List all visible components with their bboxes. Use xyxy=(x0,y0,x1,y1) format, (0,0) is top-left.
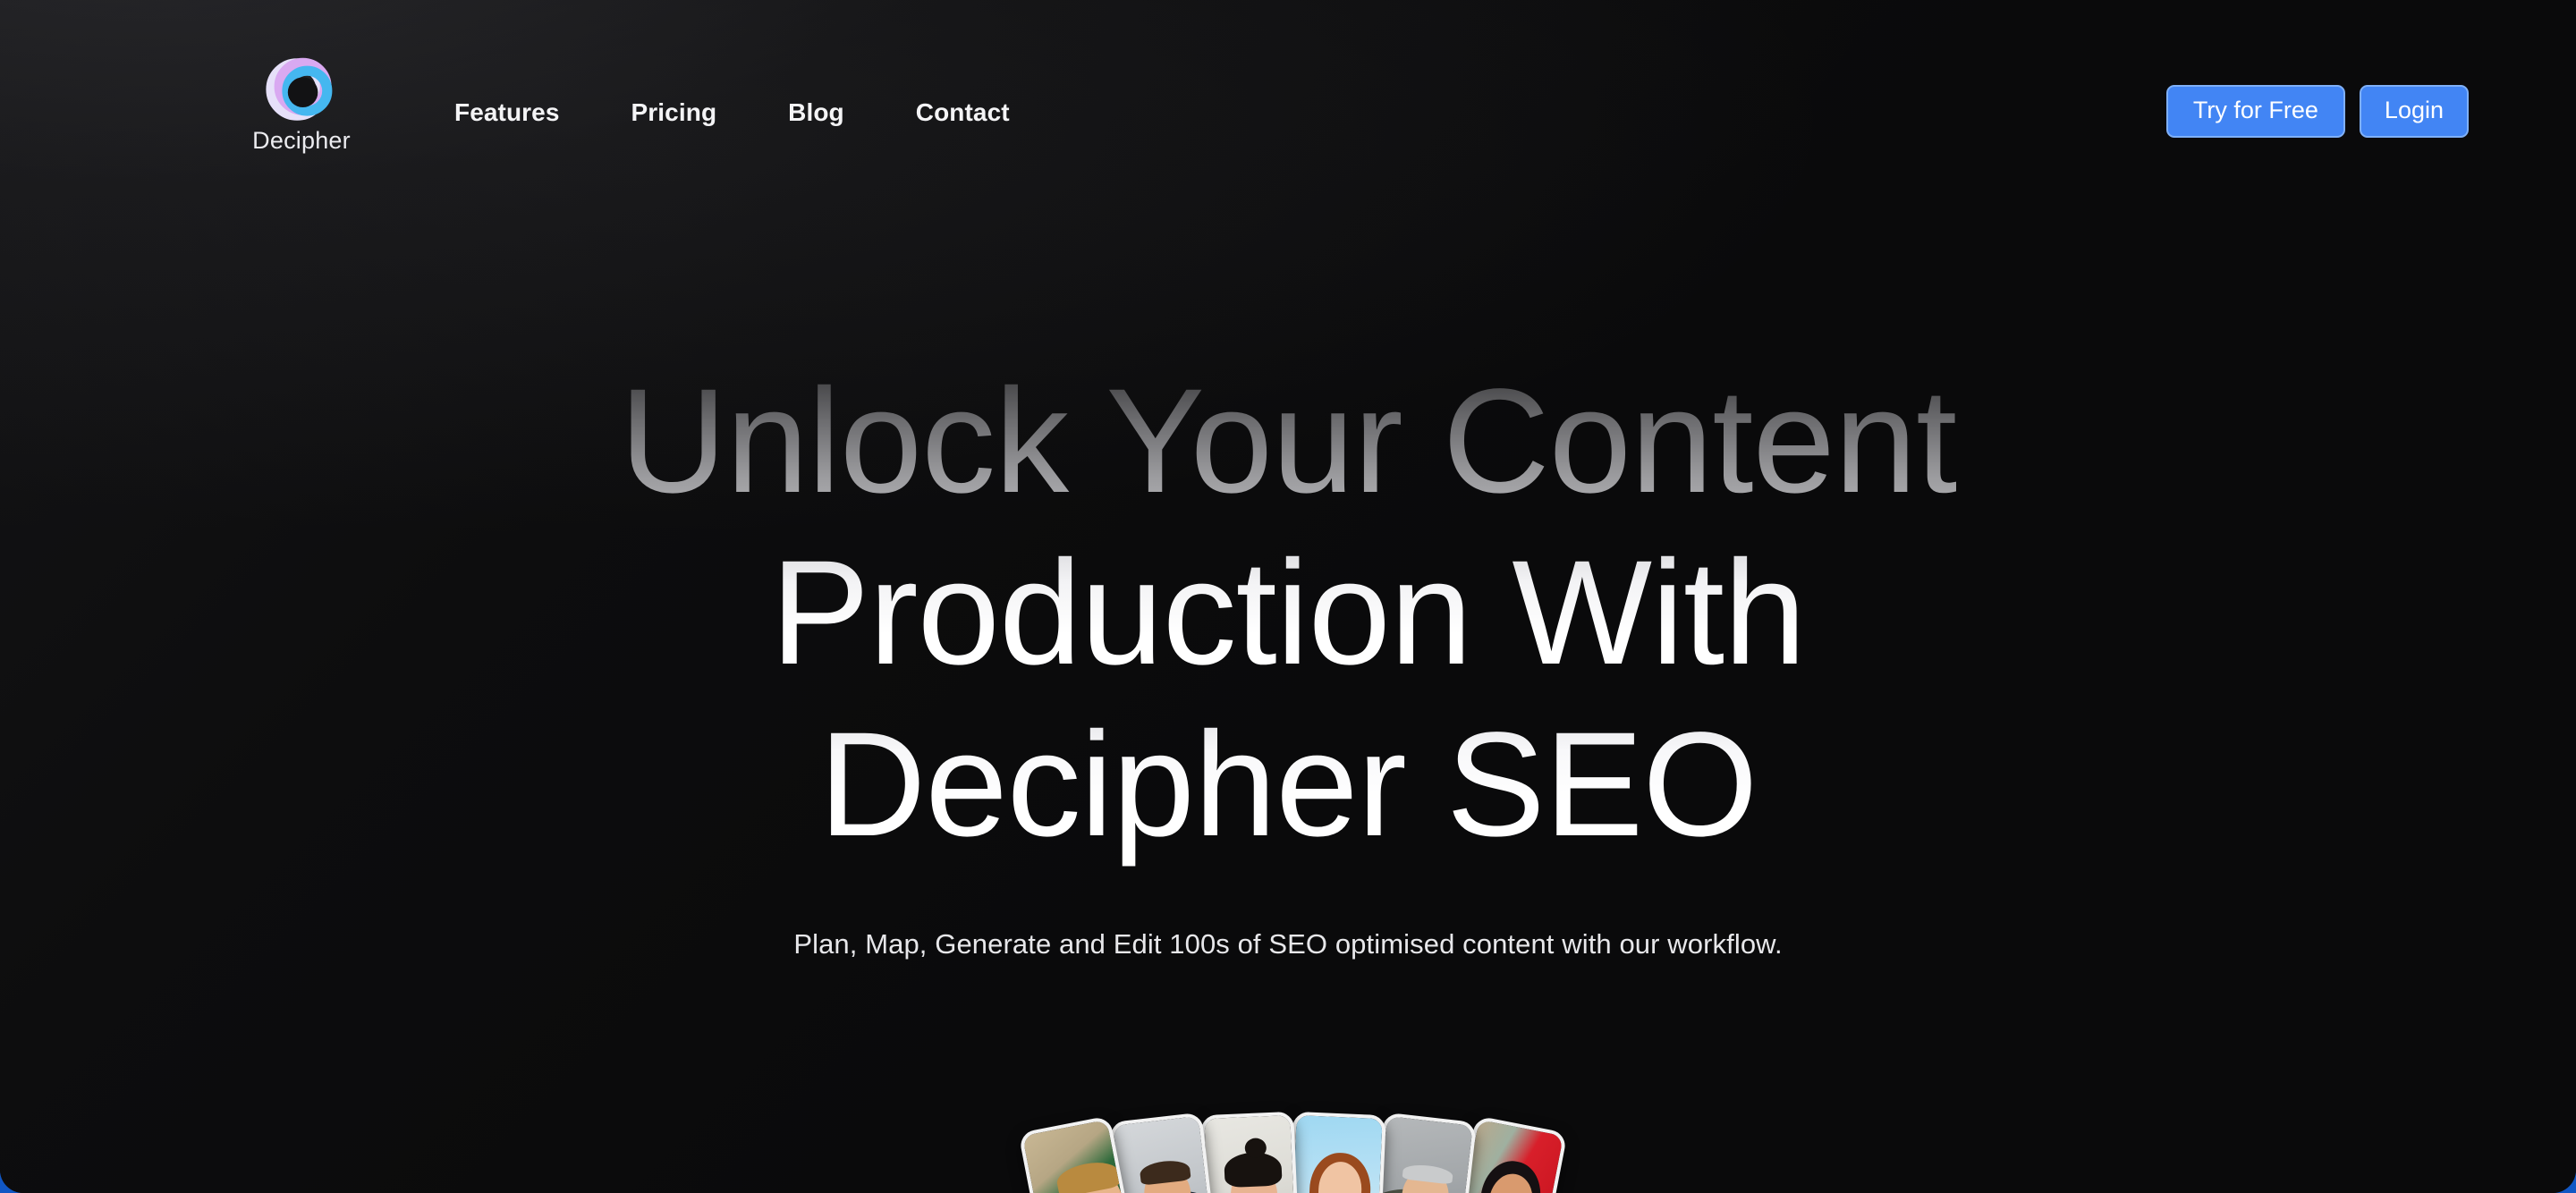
avatar-card[interactable] xyxy=(1108,1112,1216,1193)
brand-logo[interactable]: Decipher xyxy=(243,54,360,153)
nav-item-features[interactable]: Features xyxy=(454,100,560,125)
hero-headline: Unlock Your Content Production With Deci… xyxy=(620,356,1957,871)
headline-line-1: Unlock Your Content xyxy=(620,356,1957,528)
brand-name: Decipher xyxy=(252,127,351,154)
nav-item-blog[interactable]: Blog xyxy=(788,100,844,125)
avatar-photo-4-icon xyxy=(1290,1114,1383,1193)
headline-line-2: Production With xyxy=(620,528,1956,699)
headline-line-3: Decipher SEO xyxy=(620,699,1956,871)
avatar-card[interactable] xyxy=(1200,1111,1299,1193)
header-actions: Try for Free Login xyxy=(2165,85,2469,138)
avatar-photo-3-icon xyxy=(1203,1114,1299,1193)
browser-viewport: Decipher Features Pricing Blog Contact T… xyxy=(0,0,2576,1193)
login-button[interactable]: Login xyxy=(2359,85,2469,138)
try-for-free-button[interactable]: Try for Free xyxy=(2165,85,2345,138)
avatar-photo-2-icon xyxy=(1113,1115,1215,1193)
nav-item-contact[interactable]: Contact xyxy=(916,100,1010,125)
decipher-rings-logo-icon xyxy=(266,54,337,125)
hero-subtitle: Plan, Map, Generate and Edit 100s of SEO… xyxy=(793,928,1783,960)
avatar-fan xyxy=(1018,1111,1568,1193)
main-nav: Features Pricing Blog Contact xyxy=(454,100,1010,125)
avatar-photo-1-icon xyxy=(1022,1119,1132,1193)
site-header: Decipher Features Pricing Blog Contact T… xyxy=(0,0,2576,170)
avatar-card[interactable] xyxy=(1370,1112,1478,1193)
nav-item-pricing[interactable]: Pricing xyxy=(631,100,717,125)
avatar-card[interactable] xyxy=(1288,1111,1386,1193)
hero-section: Unlock Your Content Production With Deci… xyxy=(0,0,2576,1193)
avatar-photo-5-icon xyxy=(1370,1115,1473,1193)
